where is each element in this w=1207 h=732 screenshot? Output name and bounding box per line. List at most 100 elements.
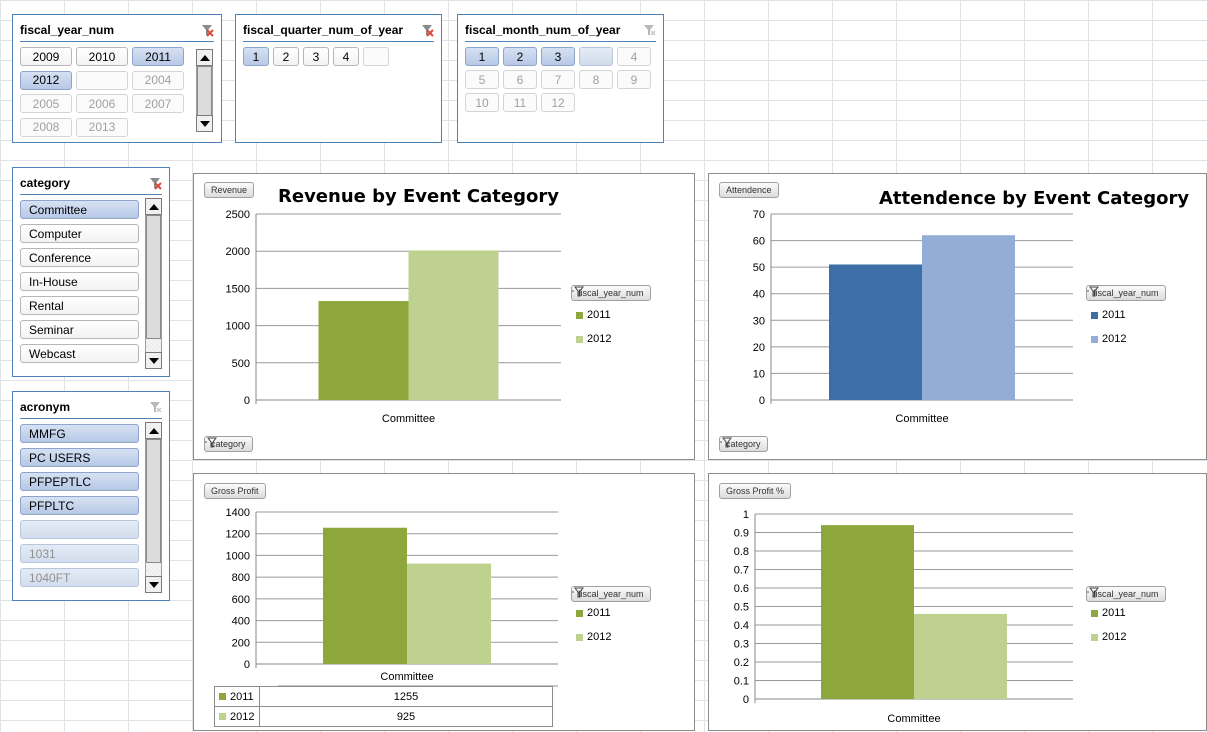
chart-revenue[interactable]: 0 500 1000 1500 2000 2500 Committee Revenue Re… <box>193 173 695 460</box>
arrow-down-icon <box>148 581 159 588</box>
slicer-item-m1[interactable]: 1 <box>465 47 499 66</box>
slicer-item-2010[interactable]: 2010 <box>76 47 128 66</box>
slicer-item-q2[interactable]: 2 <box>273 47 299 66</box>
slicer-item-blank[interactable] <box>76 70 128 90</box>
y-tick-label: 0 <box>759 395 765 407</box>
legend-swatch <box>1091 609 1098 617</box>
clear-filter-icon[interactable] <box>148 176 162 190</box>
slicer-item-q1[interactable]: 1 <box>243 47 269 66</box>
slicer-scrollbar[interactable] <box>196 49 213 132</box>
slicer-item-m5[interactable]: 5 <box>465 70 499 89</box>
axis-field-button-category[interactable]: category <box>719 436 768 452</box>
slicer-item-computer[interactable]: Computer <box>20 224 139 243</box>
slicer-item-2011[interactable]: 2011 <box>132 47 184 66</box>
slicer-item-2007[interactable]: 2007 <box>132 94 184 113</box>
y-tick-label: 1 <box>743 509 749 521</box>
y-tick-label: 600 <box>232 594 250 606</box>
slicer-category: category Committee Computer Conference I… <box>12 167 170 377</box>
slicer-item-2008[interactable]: 2008 <box>20 117 72 137</box>
slicer-item-m8[interactable]: 8 <box>579 70 613 89</box>
slicer-item-2005[interactable]: 2005 <box>20 94 72 113</box>
y-tick-label: 60 <box>753 236 765 248</box>
slicer-item-pfpeptlc[interactable]: PFPEPTLC <box>20 472 139 491</box>
slicer-item-q4[interactable]: 4 <box>333 47 359 66</box>
slicer-item-pc-users[interactable]: PC USERS <box>20 448 139 467</box>
slicer-scrollbar[interactable] <box>145 422 162 593</box>
slicer-item-blank[interactable] <box>579 47 613 66</box>
slicer-item-mmfg[interactable]: MMFG <box>20 424 139 443</box>
clear-filter-icon[interactable] <box>148 400 162 414</box>
scroll-up-button[interactable] <box>196 49 213 66</box>
scroll-thumb[interactable] <box>146 215 161 339</box>
scroll-down-button[interactable] <box>196 115 213 132</box>
y-tick-label: 0.7 <box>734 565 749 577</box>
legend-field-button[interactable]: fiscal_year_num <box>1086 285 1166 301</box>
slicer-item-m4[interactable]: 4 <box>617 47 651 66</box>
slicer-item-1031[interactable]: 1031 <box>20 544 139 563</box>
slicer-item-committee[interactable]: Committee <box>20 200 139 219</box>
slicer-item-m12[interactable]: 12 <box>541 93 575 112</box>
scroll-up-button[interactable] <box>145 198 162 215</box>
clear-filter-icon[interactable] <box>642 23 656 37</box>
legend-field-button[interactable]: fiscal_year_num <box>571 586 651 602</box>
x-tick-label: Committee <box>380 671 433 683</box>
slicer-header: fiscal_month_num_of_year <box>465 19 656 42</box>
scroll-down-button[interactable] <box>145 576 162 593</box>
slicer-title: fiscal_year_num <box>20 23 115 37</box>
slicer-items: MMFG PC USERS PFPEPTLC PFPLTC 1031 1040F… <box>20 424 162 587</box>
arrow-up-icon <box>199 54 210 61</box>
slicer-item-m10[interactable]: 10 <box>465 93 499 112</box>
slicer-item-m11[interactable]: 11 <box>503 93 537 112</box>
chart-plot: 0 10 20 30 40 50 60 70 Committee <box>753 209 1073 425</box>
clear-filter-icon[interactable] <box>420 23 434 37</box>
slicer-item-m3[interactable]: 3 <box>541 47 575 66</box>
slicer-item-in-house[interactable]: In-House <box>20 272 139 291</box>
field-button-revenue[interactable]: Revenue <box>204 182 255 198</box>
data-table-value: 925 <box>259 706 553 727</box>
slicer-item-pfpltc[interactable]: PFPLTC <box>20 496 139 515</box>
bar-2012 <box>922 235 1015 400</box>
scroll-up-button[interactable] <box>145 422 162 439</box>
field-button-gross-profit[interactable]: Gross Profit <box>204 483 266 499</box>
legend-field-button[interactable]: fiscal_year_num <box>1086 586 1166 602</box>
slicer-item-blank[interactable] <box>363 47 389 66</box>
slicer-item-seminar[interactable]: Seminar <box>20 320 139 339</box>
slicer-item-rental[interactable]: Rental <box>20 296 139 315</box>
slicer-item-2009[interactable]: 2009 <box>20 47 72 66</box>
scroll-thumb[interactable] <box>197 66 212 116</box>
x-tick-label: Committee <box>382 413 435 425</box>
y-tick-label: 0.6 <box>734 583 749 595</box>
chart-attendence[interactable]: 0 10 20 30 40 50 60 70 Committee Attendence Atte… <box>708 173 1207 460</box>
slicer-item-conference[interactable]: Conference <box>20 248 139 267</box>
scroll-down-button[interactable] <box>145 352 162 369</box>
legend-swatch <box>219 692 226 700</box>
slicer-item-2006[interactable]: 2006 <box>76 94 128 113</box>
chart-gross-profit-pct[interactable]: 0 0.1 0.2 0.3 0.4 0.5 0.6 0.7 0.8 0.9 1 Committee G… <box>708 473 1207 731</box>
clear-filter-icon[interactable] <box>200 23 214 37</box>
field-button-gross-profit-pct[interactable]: Gross Profit % <box>719 483 792 499</box>
axis-field-button-category[interactable]: category <box>204 436 253 452</box>
chart-legend: 2011 2012 <box>576 605 611 653</box>
slicer-scrollbar[interactable] <box>145 198 162 369</box>
y-tick-label: 2000 <box>226 246 250 258</box>
slicer-item-m2[interactable]: 2 <box>503 47 537 66</box>
y-tick-label: 800 <box>232 572 250 584</box>
slicer-item-webcast[interactable]: Webcast <box>20 344 139 363</box>
slicer-item-m9[interactable]: 9 <box>617 70 651 89</box>
scroll-thumb[interactable] <box>146 439 161 563</box>
slicer-item-q3[interactable]: 3 <box>303 47 329 66</box>
slicer-item-2013[interactable]: 2013 <box>76 117 128 137</box>
legend-field-button[interactable]: fiscal_year_num <box>571 285 651 301</box>
slicer-item-2012[interactable]: 2012 <box>20 70 72 90</box>
slicer-item-2004[interactable]: 2004 <box>132 70 184 90</box>
filter-funnel-icon <box>572 587 584 598</box>
legend-title: fiscal_year_num <box>578 589 644 599</box>
chart-gross-profit[interactable]: 0 200 400 600 800 1000 1200 1400 Committee Gross… <box>193 473 695 731</box>
slicer-item-1040ft[interactable]: 1040FT <box>20 568 139 587</box>
slicer-title: acronym <box>20 400 71 414</box>
slicer-item-m7[interactable]: 7 <box>541 70 575 89</box>
slicer-item-m6[interactable]: 6 <box>503 70 537 89</box>
slicer-acronym: acronym MMFG PC USERS PFPEPTLC PFPLTC 10… <box>12 391 170 601</box>
field-button-attendence[interactable]: Attendence <box>719 182 779 198</box>
slicer-item-blank[interactable] <box>20 520 139 539</box>
